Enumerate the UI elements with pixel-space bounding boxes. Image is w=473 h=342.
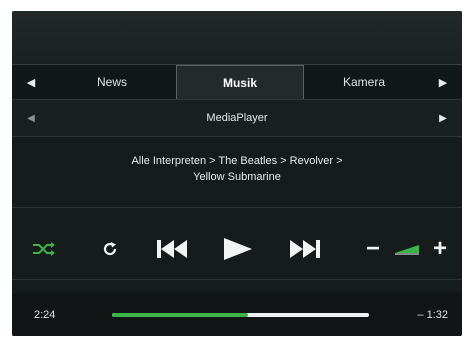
progress-area: 2:24 – 1:32: [12, 293, 462, 336]
track-breadcrumb: Alle Interpreten > The Beatles > Revolve…: [12, 153, 462, 185]
divider: [12, 207, 462, 208]
elapsed-time: 2:24: [34, 308, 56, 321]
next-track-icon[interactable]: [285, 221, 325, 277]
shuffle-icon[interactable]: [28, 221, 60, 277]
playback-controls: − +: [12, 221, 462, 277]
previous-track-icon[interactable]: [152, 221, 192, 277]
source-title[interactable]: MediaPlayer: [50, 100, 424, 136]
tab-next-arrow-icon[interactable]: ▶: [424, 65, 462, 99]
volume-level-icon[interactable]: [392, 221, 422, 277]
volume-up-icon[interactable]: +: [428, 221, 452, 277]
tab-bar: ◀ News Musik Kamera ▶: [12, 65, 462, 100]
tab-kamera[interactable]: Kamera: [304, 65, 424, 99]
repeat-icon[interactable]: [96, 221, 124, 277]
breadcrumb-path: Alle Interpreten > The Beatles > Revolve…: [131, 155, 343, 167]
source-prev-arrow-icon[interactable]: ◀: [12, 100, 50, 136]
tab-prev-arrow-icon[interactable]: ◀: [12, 65, 50, 99]
divider: [12, 279, 462, 280]
progress-fill: [112, 313, 249, 317]
media-screen: ◀ News Musik Kamera ▶ ◀ MediaPlayer ▶ Al…: [12, 11, 462, 336]
remaining-time: – 1:32: [417, 308, 448, 321]
source-selector: ◀ MediaPlayer ▶: [12, 100, 462, 137]
tab-musik[interactable]: Musik: [176, 65, 304, 99]
volume-down-icon[interactable]: −: [362, 221, 384, 277]
source-next-arrow-icon[interactable]: ▶: [424, 100, 462, 136]
tab-news[interactable]: News: [50, 65, 174, 99]
track-title: Yellow Submarine: [193, 171, 281, 183]
status-bar: [12, 11, 462, 65]
play-icon[interactable]: [218, 221, 258, 277]
progress-bar[interactable]: [112, 313, 369, 317]
